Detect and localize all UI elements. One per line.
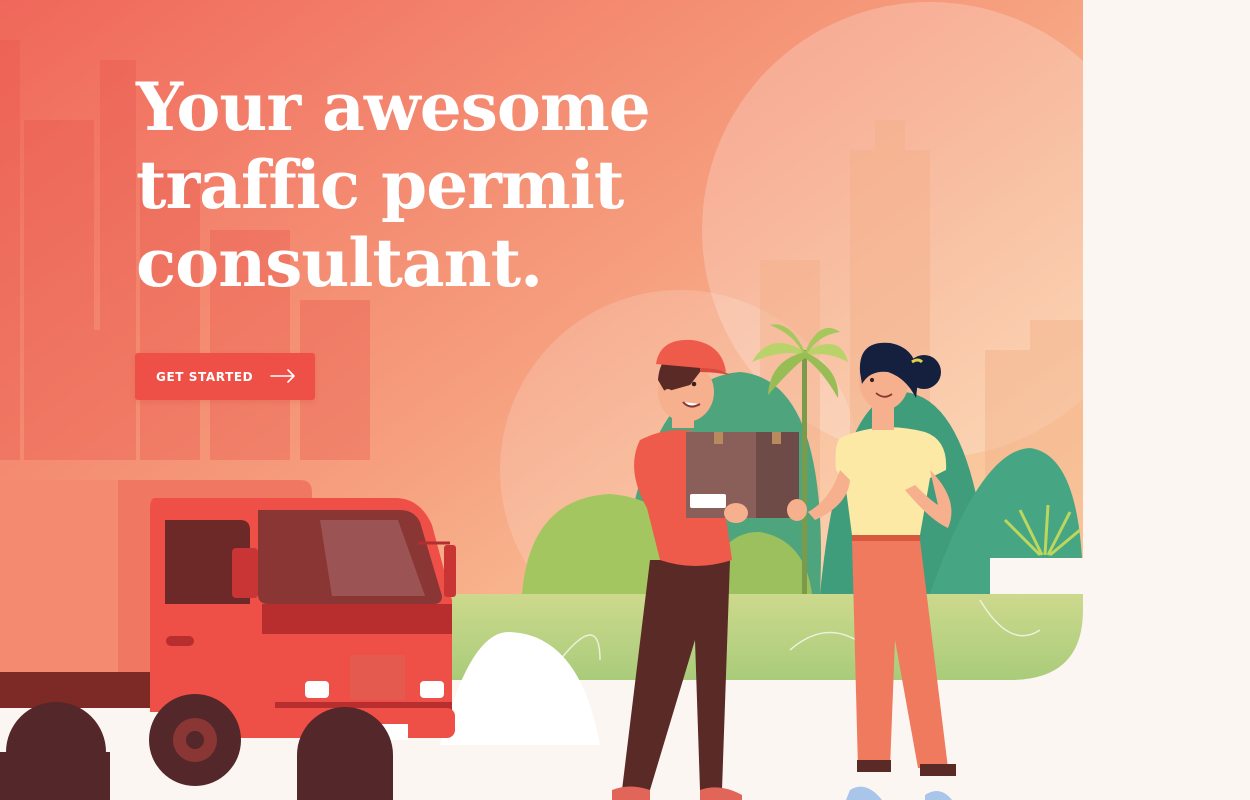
hero-headline: Your awesome traffic permit consultant. — [136, 68, 696, 302]
get-started-label: GET STARTED — [156, 369, 254, 384]
arrow-right-icon — [270, 369, 295, 383]
headline-line: Your awesome — [136, 68, 651, 146]
headline-line: consultant. — [136, 224, 543, 302]
get-started-button[interactable]: GET STARTED — [135, 353, 315, 400]
right-panel — [1083, 0, 1250, 800]
headline-line: traffic permit — [136, 146, 624, 224]
